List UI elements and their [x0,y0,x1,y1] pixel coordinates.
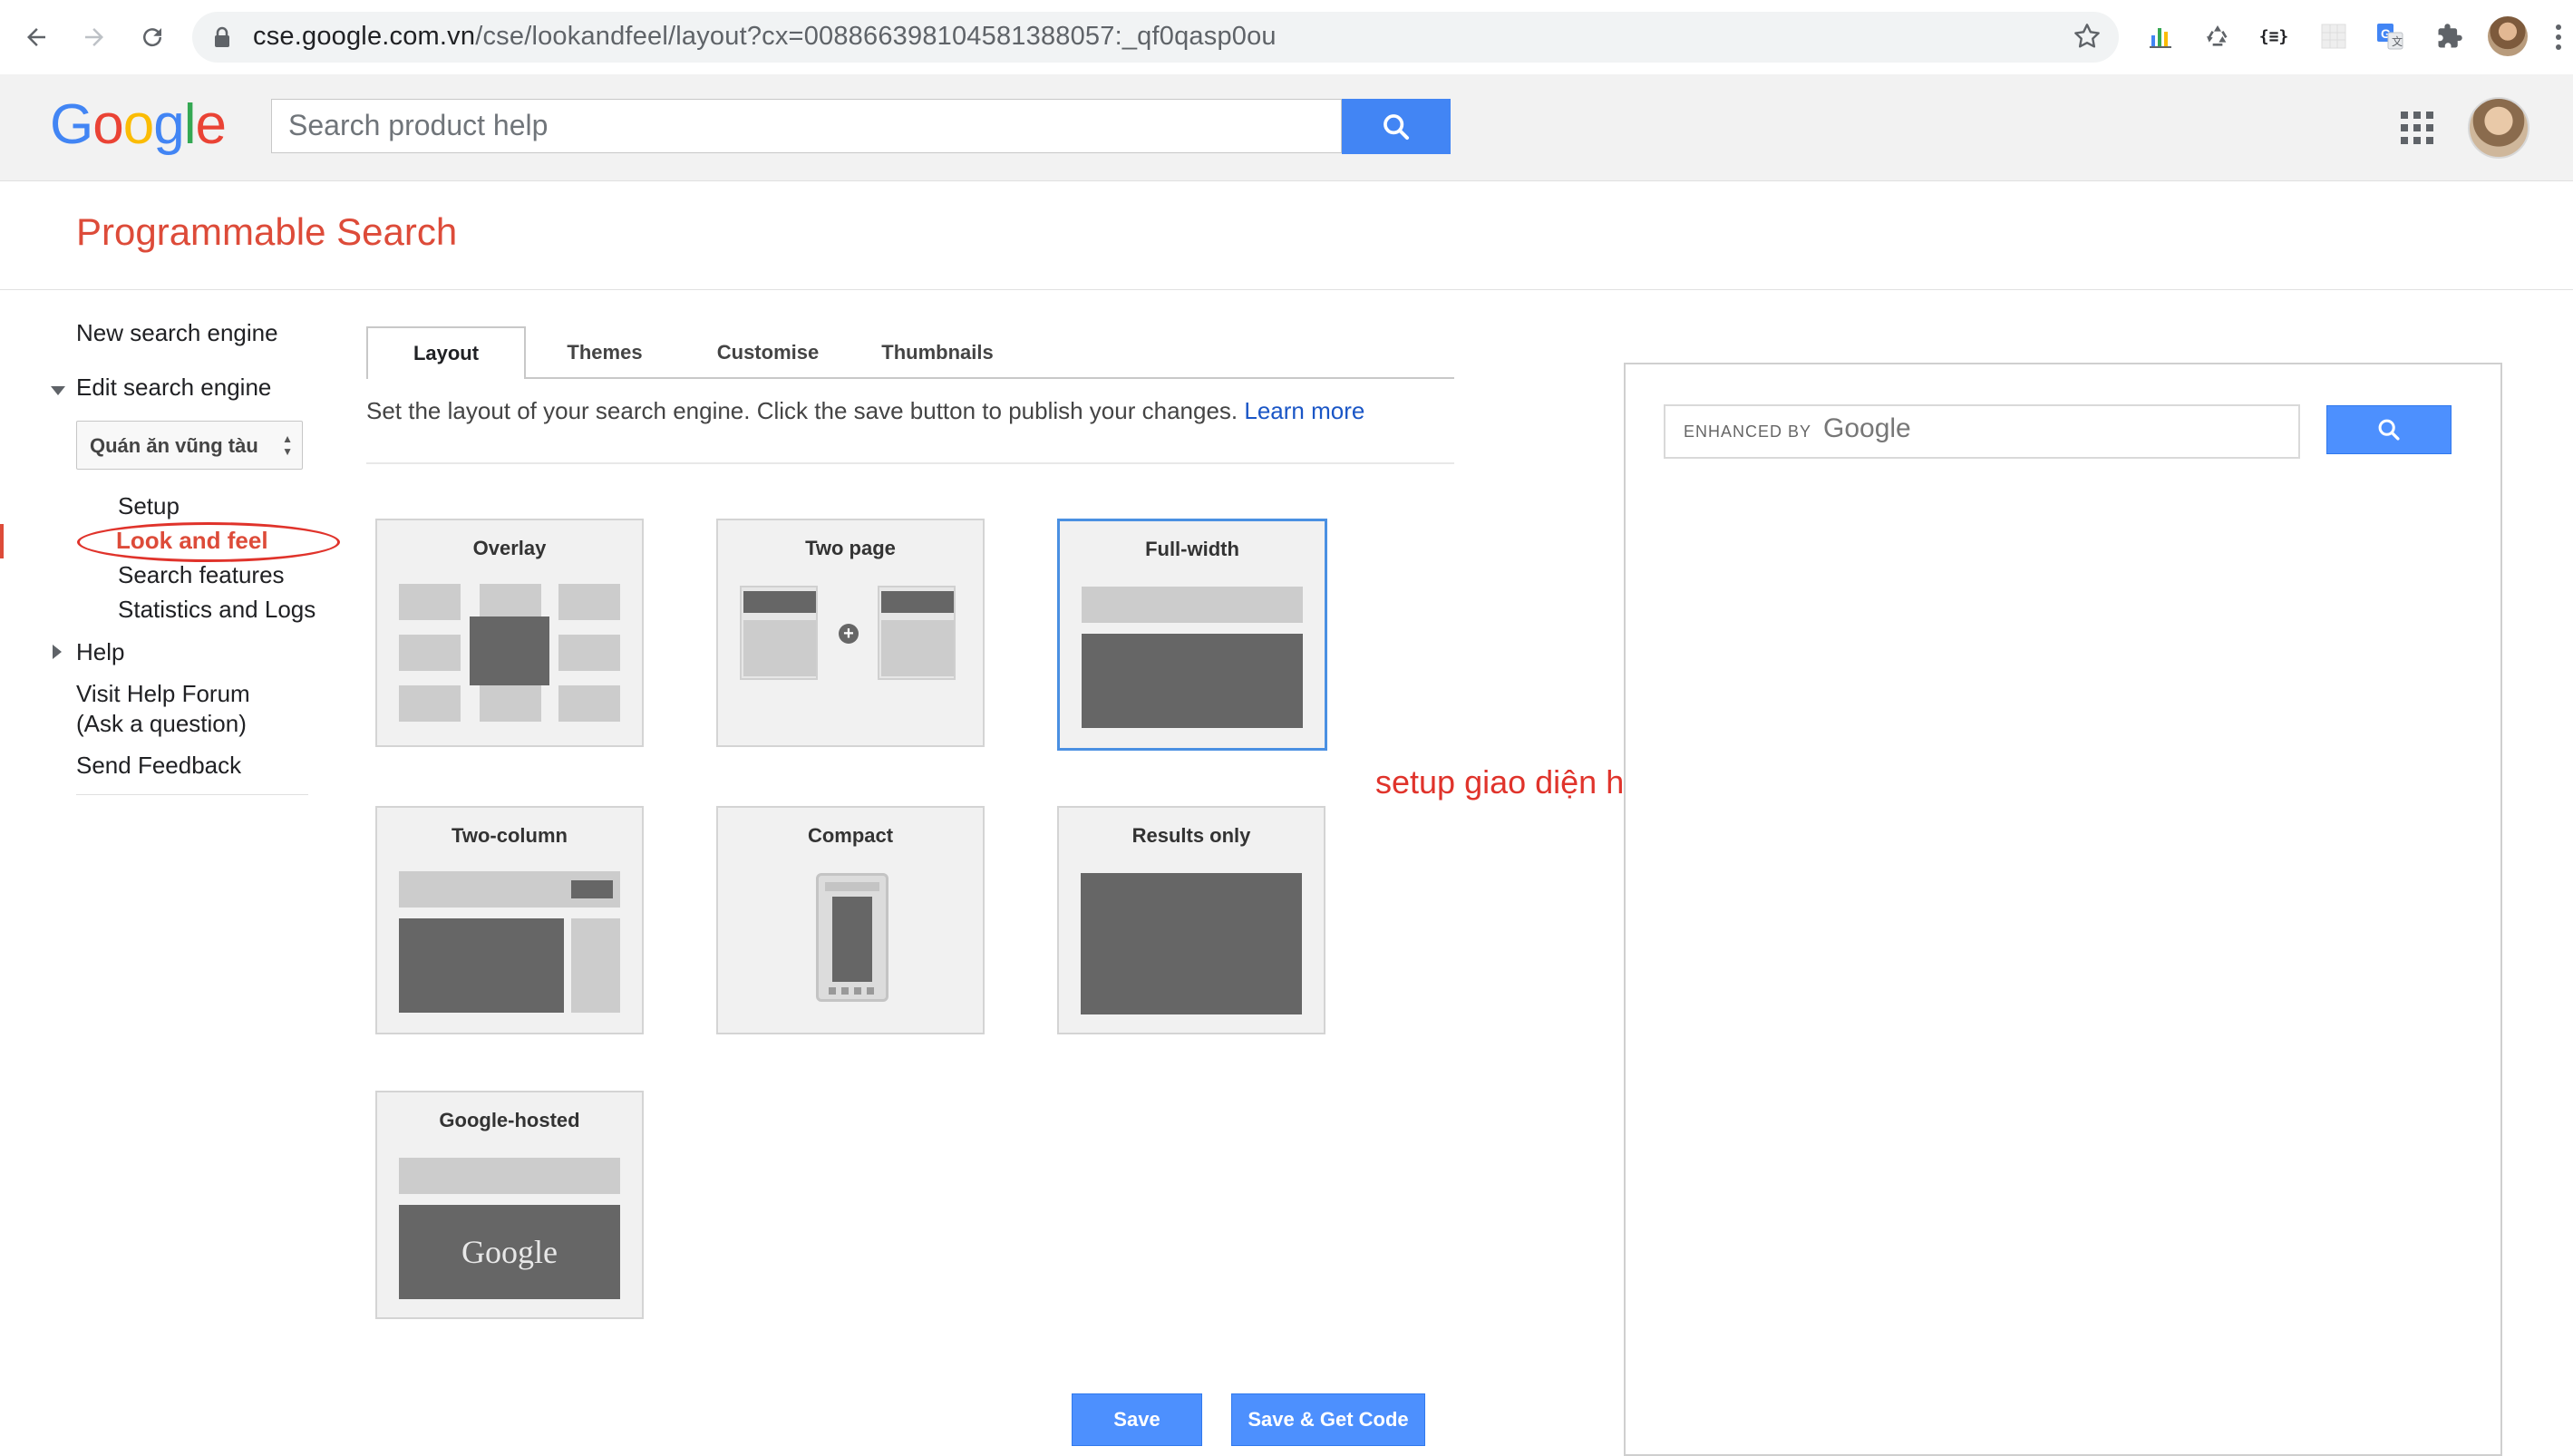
layout-title-results-only: Results only [1131,824,1251,847]
nav-edit-search-engine[interactable]: Edit search engine [76,374,271,402]
profile-avatar[interactable] [2488,16,2528,56]
nav-send-feedback[interactable]: Send Feedback [76,752,241,780]
page-title: Programmable Search [76,210,458,253]
layout-option-google-hosted[interactable]: Google-hosted Google [375,1091,644,1319]
forward-icon[interactable] [69,12,120,63]
save-button[interactable]: Save [1072,1393,1202,1446]
logo-letter: G [50,93,93,156]
tab-description-text: Set the layout of your search engine. Cl… [366,397,1238,424]
account-avatar[interactable] [2468,97,2529,159]
svg-text:文: 文 [2392,34,2403,48]
learn-more-link[interactable]: Learn more [1244,397,1364,424]
url-host: cse.google.com.vn [253,22,476,51]
nav-new-search-engine[interactable]: New search engine [76,319,278,347]
layout-title-full-width: Full-width [1145,538,1239,560]
layout-title-overlay: Overlay [472,537,547,559]
highlight-circle [77,522,340,562]
search-icon [1384,113,1410,140]
preview-search-button[interactable] [2326,405,2452,454]
logo-letter: e [195,93,226,156]
plus-icon: + [839,624,859,644]
translate-icon[interactable]: G文 [2370,16,2410,56]
tab-thumbnails[interactable]: Thumbnails [865,326,1010,379]
help-search-box [271,99,1342,153]
triangle-down-icon[interactable] [51,383,65,400]
layout-title-two-page: Two page [805,537,896,559]
url-path: /cse/lookandfeel/layout?cx=0088663981045… [475,22,1277,51]
layout-option-compact[interactable]: Compact [716,806,985,1034]
nav-ask-question[interactable]: (Ask a question) [76,710,247,738]
search-icon [2378,419,2400,441]
nav-search-features[interactable]: Search features [118,561,285,589]
layout-title-compact: Compact [807,824,894,847]
tab-themes[interactable]: Themes [539,326,671,379]
layout-option-two-page[interactable]: Two page + [716,519,985,747]
nav-help-forum[interactable]: Visit Help Forum [76,680,250,708]
tab-layout[interactable]: Layout [366,326,526,379]
google-hosted-logo: Google [461,1234,558,1270]
preview-search-input[interactable]: ENHANCED BY Google [1664,404,2300,459]
tab-customise[interactable]: Customise [698,326,838,379]
url-text: cse.google.com.vn/cse/lookandfeel/layout… [253,22,1277,52]
layout-title-google-hosted: Google-hosted [439,1109,580,1131]
nav-statistics-and-logs[interactable]: Statistics and Logs [118,596,316,624]
tab-description: Set the layout of your search engine. Cl… [366,397,1364,425]
layout-option-two-column[interactable]: Two-column [375,806,644,1034]
logo-letter: g [153,93,184,156]
layout-title-two-column: Two-column [451,824,568,847]
engine-select[interactable]: Quán ăn vũng tàu ▲ ▼ [76,421,303,470]
grid-square-icon[interactable] [2314,16,2354,56]
google-logo[interactable]: Google [50,92,227,157]
layout-option-results-only[interactable]: Results only [1057,806,1325,1034]
help-search-button[interactable] [1342,99,1451,154]
bar-chart-icon[interactable] [2141,16,2181,56]
save-and-get-code-button[interactable]: Save & Get Code [1231,1393,1425,1446]
logo-letter: l [183,93,197,156]
menu-dots-icon[interactable] [2555,24,2562,51]
engine-select-value: Quán ăn vũng tàu [90,434,258,457]
reload-icon[interactable] [127,12,178,63]
active-nav-marker [0,524,4,558]
puzzle-icon[interactable] [2430,16,2470,56]
lock-icon [213,26,231,53]
braces-icon[interactable]: {≡} [2254,16,2294,56]
back-icon[interactable] [11,12,62,63]
description-divider [366,462,1454,464]
apps-grid-icon[interactable] [2401,112,2433,144]
nav-divider [76,794,308,795]
recycle-icon[interactable] [2198,16,2238,56]
layout-option-full-width[interactable]: Full-width [1057,519,1327,751]
enhanced-by-google: Google [1823,413,1911,443]
help-search-input[interactable] [272,100,1331,150]
logo-letter: o [122,93,154,156]
layout-option-overlay[interactable]: Overlay [375,519,644,747]
triangle-right-icon[interactable] [53,645,62,664]
enhanced-by-label: ENHANCED BY [1684,422,1812,441]
bookmark-star-icon[interactable] [2073,22,2102,55]
layout-preview-panel [1624,363,2502,1456]
nav-help[interactable]: Help [76,638,124,666]
nav-setup[interactable]: Setup [118,492,180,520]
select-arrows-icon: ▲ ▼ [282,432,293,458]
logo-letter: o [92,93,123,156]
